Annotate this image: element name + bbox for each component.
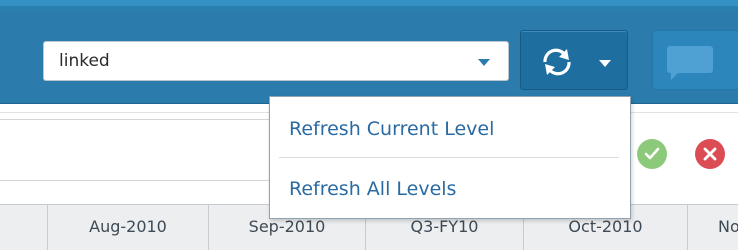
chat-bubble-icon <box>667 46 713 73</box>
filter-bar <box>0 119 272 181</box>
chat-bubble-tail <box>671 72 679 80</box>
view-selector-combo[interactable]: linked <box>43 41 509 81</box>
menu-item-refresh-current-level[interactable]: Refresh Current Level <box>270 99 630 159</box>
close-icon[interactable] <box>695 139 725 169</box>
menu-item-refresh-all-levels[interactable]: Refresh All Levels <box>270 159 630 219</box>
refresh-icon <box>543 48 571 76</box>
column-header-nov[interactable]: No <box>688 205 738 250</box>
top-toolbar: linked <box>0 0 738 104</box>
column-header[interactable] <box>0 205 48 250</box>
refresh-button[interactable] <box>520 30 628 90</box>
toolbar-highlight <box>0 0 738 6</box>
checkmark-icon[interactable] <box>637 139 667 169</box>
column-header-aug-2010[interactable]: Aug-2010 <box>48 205 209 250</box>
menu-separator <box>279 157 619 158</box>
chevron-down-icon[interactable] <box>478 59 490 66</box>
chevron-down-icon <box>599 60 611 67</box>
refresh-dropdown-menu: Refresh Current Level Refresh All Levels <box>269 96 631 219</box>
view-selector-value: linked <box>59 51 110 71</box>
comments-button[interactable] <box>652 30 738 90</box>
